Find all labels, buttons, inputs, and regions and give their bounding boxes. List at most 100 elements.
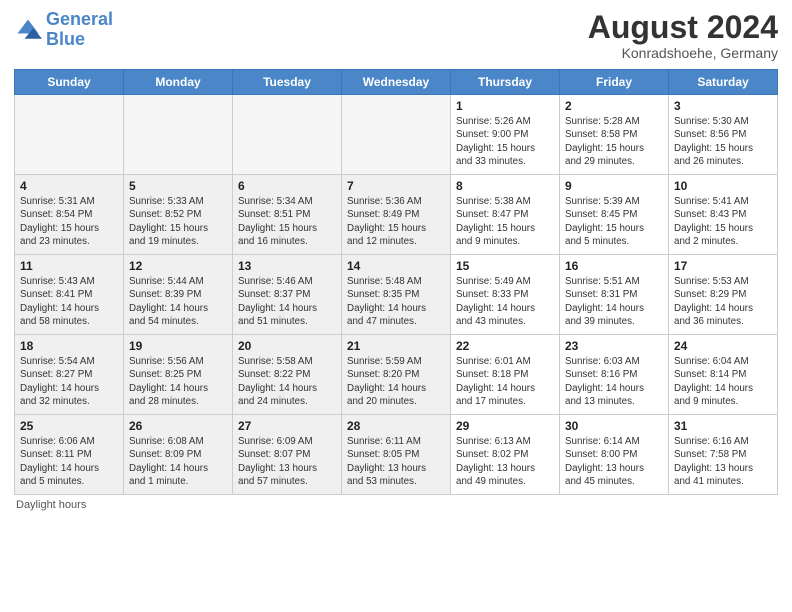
cell-info: Sunrise: 5:36 AM Sunset: 8:49 PM Dayligh… xyxy=(347,195,445,248)
day-number: 17 xyxy=(674,259,772,273)
logo-blue: Blue xyxy=(46,29,85,49)
calendar-cell: 23 Sunrise: 6:03 AM Sunset: 8:16 PM Dayli… xyxy=(560,335,669,415)
cell-info: Sunrise: 6:11 AM Sunset: 8:05 PM Dayligh… xyxy=(347,435,445,488)
cell-info: Sunrise: 5:43 AM Sunset: 8:41 PM Dayligh… xyxy=(20,275,118,328)
footer-note: Daylight hours xyxy=(14,499,778,511)
cell-info: Sunrise: 5:38 AM Sunset: 8:47 PM Dayligh… xyxy=(456,195,554,248)
cell-info: Sunrise: 5:39 AM Sunset: 8:45 PM Dayligh… xyxy=(565,195,663,248)
day-number: 11 xyxy=(20,259,118,273)
day-number: 27 xyxy=(238,419,336,433)
cell-info: Sunrise: 5:59 AM Sunset: 8:20 PM Dayligh… xyxy=(347,355,445,408)
calendar-cell: 26 Sunrise: 6:08 AM Sunset: 8:09 PM Dayli… xyxy=(124,415,233,495)
calendar-cell: 16 Sunrise: 5:51 AM Sunset: 8:31 PM Dayli… xyxy=(560,255,669,335)
calendar-cell xyxy=(124,95,233,175)
day-number: 2 xyxy=(565,99,663,113)
calendar-cell: 24Sunrise: 6:04 AM Sunset: 8:14 PM Dayli… xyxy=(669,335,778,415)
day-number: 13 xyxy=(238,259,336,273)
logo: General Blue xyxy=(14,10,113,50)
day-number: 16 xyxy=(565,259,663,273)
calendar-cell xyxy=(15,95,124,175)
cell-info: Sunrise: 5:56 AM Sunset: 8:25 PM Dayligh… xyxy=(129,355,227,408)
title-block: August 2024 Konradshoehe, Germany xyxy=(588,10,778,61)
day-header-saturday: Saturday xyxy=(669,70,778,95)
day-number: 23 xyxy=(565,339,663,353)
calendar-cell: 22 Sunrise: 6:01 AM Sunset: 8:18 PM Dayli… xyxy=(451,335,560,415)
day-number: 20 xyxy=(238,339,336,353)
logo-icon xyxy=(14,16,42,44)
day-number: 28 xyxy=(347,419,445,433)
calendar-cell: 10 Sunrise: 5:41 AM Sunset: 8:43 PM Dayli… xyxy=(669,175,778,255)
cell-info: Sunrise: 6:09 AM Sunset: 8:07 PM Dayligh… xyxy=(238,435,336,488)
day-number: 1 xyxy=(456,99,554,113)
calendar-cell: 30 Sunrise: 6:14 AM Sunset: 8:00 PM Dayli… xyxy=(560,415,669,495)
day-number: 24 xyxy=(674,339,772,353)
cell-info: Sunrise: 6:03 AM Sunset: 8:16 PM Dayligh… xyxy=(565,355,663,408)
calendar-week-1: 1 Sunrise: 5:26 AM Sunset: 9:00 PM Daylig… xyxy=(15,95,778,175)
cell-info: Sunrise: 5:33 AM Sunset: 8:52 PM Dayligh… xyxy=(129,195,227,248)
logo-general: General xyxy=(46,9,113,29)
calendar-cell xyxy=(233,95,342,175)
cell-info: Sunrise: 6:06 AM Sunset: 8:11 PM Dayligh… xyxy=(20,435,118,488)
cell-info: Sunrise: 6:08 AM Sunset: 8:09 PM Dayligh… xyxy=(129,435,227,488)
day-number: 15 xyxy=(456,259,554,273)
day-number: 30 xyxy=(565,419,663,433)
calendar-cell: 28 Sunrise: 6:11 AM Sunset: 8:05 PM Dayli… xyxy=(342,415,451,495)
cell-info: Sunrise: 6:14 AM Sunset: 8:00 PM Dayligh… xyxy=(565,435,663,488)
location: Konradshoehe, Germany xyxy=(588,45,778,61)
logo-text: General Blue xyxy=(46,10,113,50)
calendar-cell: 25Sunrise: 6:06 AM Sunset: 8:11 PM Dayli… xyxy=(15,415,124,495)
cell-info: Sunrise: 5:26 AM Sunset: 9:00 PM Dayligh… xyxy=(456,115,554,168)
day-number: 5 xyxy=(129,179,227,193)
cell-info: Sunrise: 5:34 AM Sunset: 8:51 PM Dayligh… xyxy=(238,195,336,248)
day-number: 9 xyxy=(565,179,663,193)
calendar-cell: 2 Sunrise: 5:28 AM Sunset: 8:58 PM Daylig… xyxy=(560,95,669,175)
day-number: 12 xyxy=(129,259,227,273)
calendar-week-2: 4 Sunrise: 5:31 AM Sunset: 8:54 PM Daylig… xyxy=(15,175,778,255)
day-number: 4 xyxy=(20,179,118,193)
calendar-cell: 18Sunrise: 5:54 AM Sunset: 8:27 PM Dayli… xyxy=(15,335,124,415)
header-row: SundayMondayTuesdayWednesdayThursdayFrid… xyxy=(15,70,778,95)
cell-info: Sunrise: 6:01 AM Sunset: 8:18 PM Dayligh… xyxy=(456,355,554,408)
cell-info: Sunrise: 5:51 AM Sunset: 8:31 PM Dayligh… xyxy=(565,275,663,328)
day-header-friday: Friday xyxy=(560,70,669,95)
cell-info: Sunrise: 5:48 AM Sunset: 8:35 PM Dayligh… xyxy=(347,275,445,328)
calendar-week-3: 11 Sunrise: 5:43 AM Sunset: 8:41 PM Dayli… xyxy=(15,255,778,335)
calendar-cell: 31Sunrise: 6:16 AM Sunset: 7:58 PM Dayli… xyxy=(669,415,778,495)
calendar-week-5: 25Sunrise: 6:06 AM Sunset: 8:11 PM Dayli… xyxy=(15,415,778,495)
month-year: August 2024 xyxy=(588,10,778,45)
day-number: 10 xyxy=(674,179,772,193)
calendar-cell: 7Sunrise: 5:36 AM Sunset: 8:49 PM Daylig… xyxy=(342,175,451,255)
day-number: 21 xyxy=(347,339,445,353)
calendar-cell: 14 Sunrise: 5:48 AM Sunset: 8:35 PM Dayli… xyxy=(342,255,451,335)
cell-info: Sunrise: 5:30 AM Sunset: 8:56 PM Dayligh… xyxy=(674,115,772,168)
day-header-sunday: Sunday xyxy=(15,70,124,95)
cell-info: Sunrise: 5:31 AM Sunset: 8:54 PM Dayligh… xyxy=(20,195,118,248)
header: General Blue August 2024 Konradshoehe, G… xyxy=(14,10,778,61)
calendar-cell: 20 Sunrise: 5:58 AM Sunset: 8:22 PM Dayli… xyxy=(233,335,342,415)
calendar-week-4: 18Sunrise: 5:54 AM Sunset: 8:27 PM Dayli… xyxy=(15,335,778,415)
cell-info: Sunrise: 6:16 AM Sunset: 7:58 PM Dayligh… xyxy=(674,435,772,488)
calendar-cell: 13 Sunrise: 5:46 AM Sunset: 8:37 PM Dayli… xyxy=(233,255,342,335)
calendar-cell: 1 Sunrise: 5:26 AM Sunset: 9:00 PM Daylig… xyxy=(451,95,560,175)
calendar-cell: 8Sunrise: 5:38 AM Sunset: 8:47 PM Daylig… xyxy=(451,175,560,255)
day-number: 14 xyxy=(347,259,445,273)
day-number: 29 xyxy=(456,419,554,433)
calendar-cell: 3 Sunrise: 5:30 AM Sunset: 8:56 PM Daylig… xyxy=(669,95,778,175)
calendar-cell: 29Sunrise: 6:13 AM Sunset: 8:02 PM Dayli… xyxy=(451,415,560,495)
calendar-cell: 19Sunrise: 5:56 AM Sunset: 8:25 PM Dayli… xyxy=(124,335,233,415)
calendar-cell: 17 Sunrise: 5:53 AM Sunset: 8:29 PM Dayli… xyxy=(669,255,778,335)
cell-info: Sunrise: 5:58 AM Sunset: 8:22 PM Dayligh… xyxy=(238,355,336,408)
cell-info: Sunrise: 5:28 AM Sunset: 8:58 PM Dayligh… xyxy=(565,115,663,168)
cell-info: Sunrise: 5:41 AM Sunset: 8:43 PM Dayligh… xyxy=(674,195,772,248)
day-number: 22 xyxy=(456,339,554,353)
cell-info: Sunrise: 5:49 AM Sunset: 8:33 PM Dayligh… xyxy=(456,275,554,328)
day-number: 18 xyxy=(20,339,118,353)
day-number: 26 xyxy=(129,419,227,433)
cell-info: Sunrise: 5:53 AM Sunset: 8:29 PM Dayligh… xyxy=(674,275,772,328)
day-header-monday: Monday xyxy=(124,70,233,95)
day-header-wednesday: Wednesday xyxy=(342,70,451,95)
cell-info: Sunrise: 5:44 AM Sunset: 8:39 PM Dayligh… xyxy=(129,275,227,328)
cell-info: Sunrise: 5:46 AM Sunset: 8:37 PM Dayligh… xyxy=(238,275,336,328)
day-number: 3 xyxy=(674,99,772,113)
day-number: 6 xyxy=(238,179,336,193)
